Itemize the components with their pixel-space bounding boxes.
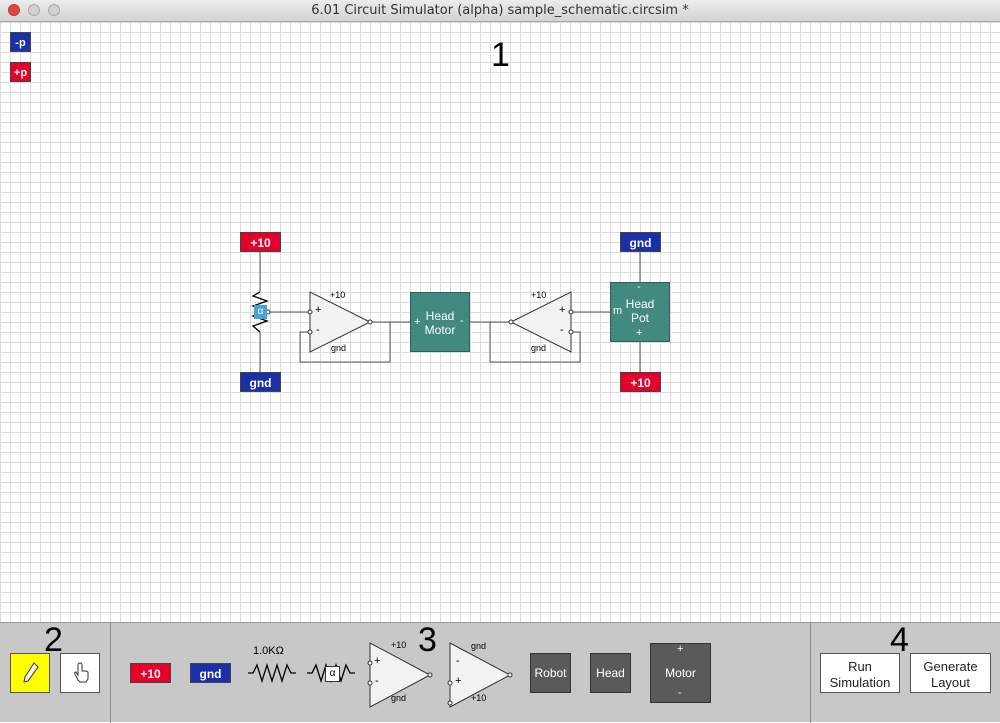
supply-plus10-left[interactable]: +10: [240, 232, 281, 252]
generate-layout-button[interactable]: Generate Layout: [910, 653, 991, 693]
palette-motor-label: Motor: [665, 666, 696, 680]
palette-motor-minus: -: [678, 687, 682, 699]
palette-supply[interactable]: +10: [130, 663, 171, 683]
headpot-minus-label: -: [637, 281, 641, 293]
toolbar-divider: [110, 623, 111, 723]
motor-minus-label: -: [460, 315, 464, 327]
opamp2[interactable]: [511, 292, 571, 352]
palette-resistor-label: 1.0KΩ: [253, 645, 284, 657]
palette-opamp-a-minus: -: [375, 675, 379, 687]
palette-opamp-b-plus: +: [455, 675, 462, 687]
potentiometer-wiper[interactable]: α: [254, 305, 267, 319]
palette-head[interactable]: Head: [590, 653, 631, 693]
palette-opamp-a-plus: +: [374, 655, 381, 667]
palette-opamp-a-bottom: gnd: [391, 693, 407, 703]
pencil-icon: [23, 662, 39, 683]
palette-robot[interactable]: Robot: [530, 653, 571, 693]
component-toolbar: 2 3 4 +10 gnd 1.0KΩ α +10 gnd + - gnd +1…: [0, 621, 1000, 723]
window-title: 6.01 Circuit Simulator (alpha) sample_sc…: [311, 3, 689, 18]
palette-motor-plus: +: [677, 643, 684, 655]
palette-opamp-b-minus: -: [456, 655, 460, 667]
palette-opamp-b-top: gnd: [471, 641, 487, 651]
palette-opamp-a-top: +10: [391, 640, 407, 650]
opamp1[interactable]: [310, 292, 370, 352]
headpot-m-label: m: [613, 305, 623, 317]
title-bar: 6.01 Circuit Simulator (alpha) sample_sc…: [0, 0, 1000, 22]
ground-left[interactable]: gnd: [240, 372, 281, 392]
motor-plus-label: +: [414, 316, 421, 328]
schematic-canvas[interactable]: 1 -p +p +10 gnd α +10 gnd + - Head Motor…: [0, 22, 1000, 622]
palette-opamp-b-bottom: +10: [471, 693, 487, 703]
palette-pot-label: α: [325, 666, 340, 682]
circuit-wires: [251, 251, 641, 372]
headpot-plus-label: +: [636, 327, 643, 339]
palette-ground[interactable]: gnd: [190, 663, 231, 683]
hand-pointer-icon: [74, 662, 89, 683]
toolbar-divider: [810, 623, 811, 723]
pencil-tool[interactable]: [10, 653, 50, 693]
palette-resistor[interactable]: [248, 662, 298, 684]
hand-tool[interactable]: [60, 653, 100, 693]
run-simulation-button[interactable]: Run Simulation: [820, 653, 900, 693]
ground-right[interactable]: gnd: [620, 232, 661, 252]
supply-plus10-right[interactable]: +10: [620, 372, 661, 392]
